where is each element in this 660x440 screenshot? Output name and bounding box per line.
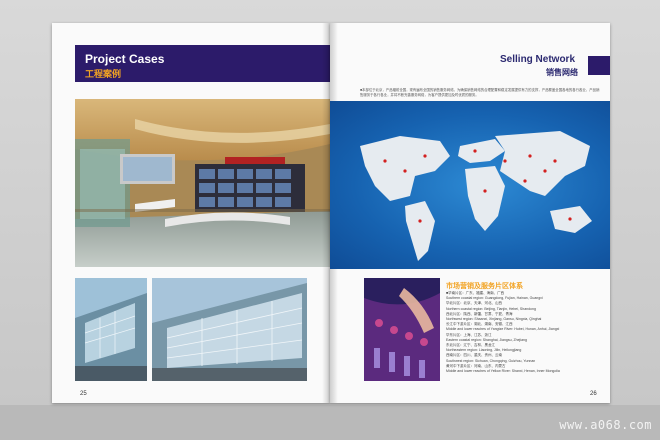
selling-network-title-cn: 销售网络 [546,68,578,77]
title-accent-square [588,56,610,75]
service-regions-title: 市场营销及服务片区体系 [446,283,523,290]
left-page-number: 25 [80,391,87,397]
glass-building-photo-1 [75,278,147,381]
selling-network-title-en: Selling Network [500,54,576,65]
intro-text: ■本部位于北京，产品辐射全国，现有遍布全国的销售服务网络，为确保销售网络的合理配… [360,88,600,98]
control-room-photo [75,99,330,267]
world-map [330,101,610,269]
mixing-console-photo [364,278,440,381]
glass-building-photo-2 [152,278,307,381]
region-line: Middle and lower reaches of Yellow River… [446,369,560,374]
project-cases-banner: Project Cases 工程案例 [75,45,330,82]
title-en: Project Cases [85,52,165,66]
service-regions-list: ■华南片区：广东、福建、海南、广西 Southern coastal regio… [446,291,604,374]
title-cn: 工程案例 [85,69,122,79]
watermark: www.a068.com [559,418,652,432]
right-page-number: 26 [590,391,597,397]
